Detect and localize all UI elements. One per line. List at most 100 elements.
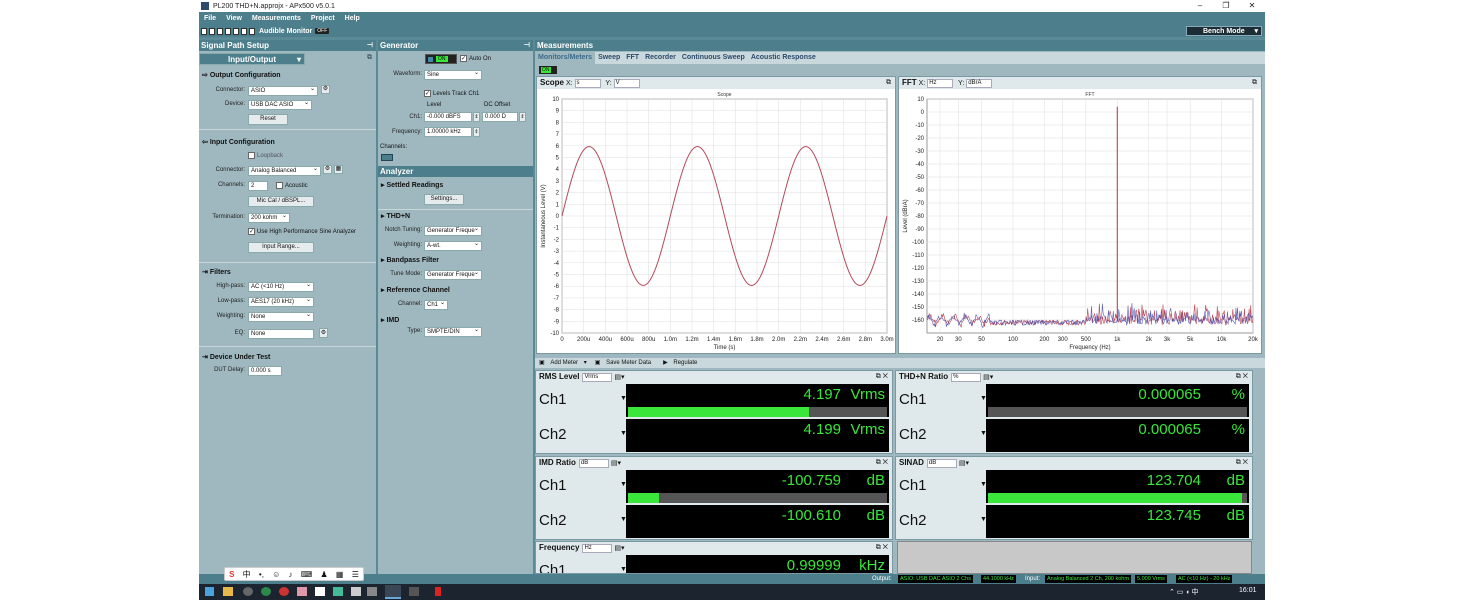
input-connector-select[interactable]: Analog Balanced (248, 166, 321, 176)
level-spin-icon[interactable]: ⇕ (473, 112, 480, 122)
close-icon[interactable]: ✕ (1239, 0, 1265, 12)
app-icon[interactable] (351, 587, 361, 596)
menu-measurements[interactable]: Measurements (247, 15, 306, 22)
browser-icon[interactable] (261, 587, 271, 596)
scope-x-unit-select[interactable]: s (574, 78, 601, 88)
frequency-spin-icon[interactable]: ⇕ (473, 127, 480, 137)
bench-mode-select[interactable]: Bench Mode ▾ (1186, 26, 1262, 36)
save-icon[interactable] (217, 27, 223, 35)
acoustic-checkbox[interactable]: Acoustic (276, 182, 308, 189)
app-icon[interactable] (409, 587, 419, 596)
minimize-icon[interactable]: – (1187, 0, 1213, 12)
meter-options-icon[interactable]: ▤▾ (614, 545, 624, 552)
channels-input[interactable]: 2 (248, 181, 268, 191)
save-meter-button[interactable]: ▣ Save Meter Data (591, 358, 659, 368)
app-icon[interactable] (297, 587, 307, 596)
expand-icon[interactable]: ⧉ ✕ (876, 371, 888, 383)
output-settings-icon[interactable]: ⚙ (321, 85, 330, 94)
analyzer-weighting-select[interactable]: A-wt. (424, 241, 482, 251)
notch-select[interactable]: Generator Freque (424, 226, 482, 236)
undo-icon[interactable] (225, 27, 231, 35)
tab-recorder[interactable]: Recorder (642, 52, 679, 64)
file-explorer-icon[interactable] (223, 587, 233, 596)
skin-icon[interactable]: ♟ (321, 570, 328, 579)
monitor-toggle[interactable]: ON (539, 66, 557, 74)
ch1-dc-input[interactable]: 0.000 D (482, 112, 518, 122)
ch1-level-input[interactable]: -0.000 dBFS (424, 112, 472, 122)
app-icon[interactable] (367, 587, 377, 596)
meter-options-icon[interactable]: ▤▾ (614, 374, 624, 381)
input-grid-icon[interactable]: ▦ (334, 165, 343, 174)
reference-channel-select[interactable]: Ch1 (424, 300, 448, 310)
input-range-button[interactable]: Input Range... (248, 242, 314, 253)
expand-icon[interactable]: ⧉ ✕ (1236, 457, 1248, 469)
device-select[interactable]: USB DAC ASIO (248, 100, 312, 110)
tab-acoustic-response[interactable]: Acoustic Response (748, 52, 819, 64)
weighting-select[interactable]: None (248, 312, 314, 322)
ime-mode[interactable]: 中 (243, 569, 251, 580)
maximize-icon[interactable]: ❐ (1213, 0, 1239, 12)
lowpass-select[interactable]: AES17 (20 kHz) (248, 297, 314, 307)
step-select[interactable]: Input/Output ▾ (199, 53, 305, 65)
add-meter-button[interactable]: ▣ Add Meter ▾ (535, 358, 591, 368)
mic-icon[interactable]: ♪ (289, 570, 293, 579)
pin-icon[interactable]: ⊣ (524, 40, 530, 51)
app-icon[interactable] (243, 587, 253, 596)
input-settings-icon[interactable]: ⚙ (323, 165, 332, 174)
waveform-select[interactable]: Sine (424, 70, 482, 80)
loopback-checkbox[interactable]: Loopback (248, 152, 283, 159)
meter-unit-select[interactable]: Vrms (582, 372, 613, 382)
tray-icons[interactable]: ⌃ ▭ ◖ 中 (1169, 587, 1199, 597)
meter-unit-select[interactable]: % (951, 372, 982, 382)
new-icon[interactable] (201, 27, 207, 35)
mic-cal-button[interactable]: Mic Cal / dBSPL... (248, 196, 314, 207)
eq-input[interactable]: None (248, 329, 314, 339)
expand-icon[interactable]: ⧉ (1252, 77, 1257, 89)
menu-help[interactable]: Help (340, 15, 365, 22)
menu-view[interactable]: View (221, 15, 247, 22)
clock[interactable]: 16:01 (1239, 587, 1257, 594)
play-icon[interactable] (241, 27, 247, 35)
meter-options-icon[interactable]: ▤▾ (959, 460, 969, 467)
meter-unit-select[interactable]: dB (926, 458, 957, 468)
menu-project[interactable]: Project (306, 15, 340, 22)
redo-icon[interactable] (233, 27, 239, 35)
regulate-button[interactable]: ▶ Regulate (659, 358, 705, 368)
settings-button[interactable]: Settings... (424, 194, 464, 205)
menu-file[interactable]: File (199, 15, 221, 22)
expand-icon[interactable]: ⧉ (367, 54, 372, 62)
meter-unit-select[interactable]: Hz (582, 543, 613, 553)
meter-unit-select[interactable]: dB (578, 458, 609, 468)
ime-logo-icon[interactable]: S (229, 570, 234, 579)
eq-settings-icon[interactable]: ⚙ (319, 328, 328, 338)
output-connector-select[interactable]: ASIO (248, 86, 318, 96)
expand-icon[interactable]: ⧉ ✕ (876, 457, 888, 469)
termination-select[interactable]: 200 kohm (248, 213, 290, 223)
apx500-taskbar-icon[interactable] (385, 585, 401, 599)
audible-monitor-toggle[interactable]: OFF (315, 28, 330, 34)
frequency-input[interactable]: 1.00000 kHz (424, 127, 472, 137)
meter-options-icon[interactable]: ▤▾ (983, 374, 993, 381)
high-perf-checkbox[interactable]: ✓ Use High Performance Sine Analyzer (248, 228, 356, 235)
grid-icon[interactable]: ▦ (336, 570, 344, 579)
auto-on-checkbox[interactable]: ✓ Auto On (460, 55, 491, 62)
open-icon[interactable] (209, 27, 215, 35)
imd-type-select[interactable]: SMPTE/DIN (424, 327, 482, 337)
tab-sweep[interactable]: Sweep (595, 52, 623, 64)
app-icon[interactable] (279, 587, 289, 596)
tab-monitors-meters[interactable]: Monitors/Meters (535, 52, 596, 64)
channel-selector-icon[interactable] (381, 154, 393, 161)
meter-options-icon[interactable]: ▤▾ (611, 460, 621, 467)
app-icon[interactable] (435, 587, 441, 596)
tab-continuous-sweep[interactable]: Continuous Sweep (679, 52, 748, 64)
emoji-icon[interactable]: ☺ (272, 570, 280, 579)
more-icon[interactable]: ☰ (352, 570, 359, 579)
dut-delay-input[interactable]: 0.000 s (248, 366, 282, 376)
dc-spin-icon[interactable]: ⇕ (519, 112, 526, 122)
levels-track-checkbox[interactable]: ✓ Levels Track Ch1 (424, 90, 479, 97)
keyboard-icon[interactable]: ⌨ (301, 570, 313, 579)
reset-button[interactable]: Reset (248, 114, 288, 125)
expand-icon[interactable]: ⧉ ✕ (1236, 371, 1248, 383)
scope-y-unit-select[interactable]: V (613, 78, 640, 88)
app-icon[interactable] (315, 587, 325, 596)
